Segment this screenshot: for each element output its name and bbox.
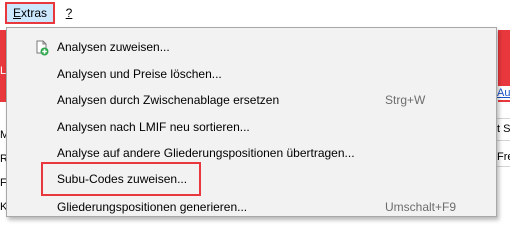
background-fragment: t S — [497, 122, 510, 136]
extras-dropdown-menu: Analysen zuweisen... Analysen und Preise… — [6, 27, 497, 217]
menu-bar: Extras ? — [0, 0, 510, 26]
background-fragment: Aus — [497, 86, 510, 100]
menu-item-label: Analysen zuweisen... — [57, 40, 170, 54]
menu-item-analysen-zuweisen[interactable]: Analysen zuweisen... — [8, 34, 495, 60]
menu-item-analysen-nach-lmif-sortieren[interactable]: Analysen nach LMIF neu sortieren... — [8, 114, 495, 140]
menu-item-shortcut: Umschalt+F9 — [385, 200, 457, 214]
menu-item-label: Analysen durch Zwischenablage ersetzen — [57, 93, 280, 107]
menu-item-analysen-und-preise-loeschen[interactable]: Analysen und Preise löschen... — [8, 61, 495, 87]
menu-item-analysen-durch-zwischenablage-ersetzen[interactable]: Analysen durch Zwischenablage ersetzen S… — [8, 87, 495, 113]
menu-item-label: Analyse auf andere Gliederungspositionen… — [57, 146, 355, 160]
document-add-icon — [34, 39, 50, 56]
menu-item-gliederungspositionen-generieren[interactable]: Gliederungspositionen generieren... Umsc… — [8, 194, 495, 220]
menu-extras[interactable]: Extras — [5, 2, 55, 24]
menu-item-shortcut: Strg+W — [385, 93, 426, 107]
menu-item-label: Subu-Codes zuweisen... — [57, 172, 188, 186]
menu-item-subu-codes-zuweisen[interactable]: Subu-Codes zuweisen... — [8, 166, 495, 192]
background-fragment: Fre — [497, 150, 510, 164]
background-gridline — [497, 140, 510, 141]
menu-help[interactable]: ? — [62, 3, 76, 23]
menu-item-analyse-uebertragen[interactable]: Analyse auf andere Gliederungspositionen… — [8, 140, 495, 166]
menu-item-label: Analysen und Preise löschen... — [57, 67, 222, 81]
menu-item-label: Gliederungspositionen generieren... — [57, 200, 248, 214]
menu-item-label: Analysen nach LMIF neu sortieren... — [57, 120, 250, 134]
background-gridline — [497, 166, 510, 167]
menu-help-label: ? — [65, 6, 73, 20]
background-gridline — [497, 118, 510, 119]
